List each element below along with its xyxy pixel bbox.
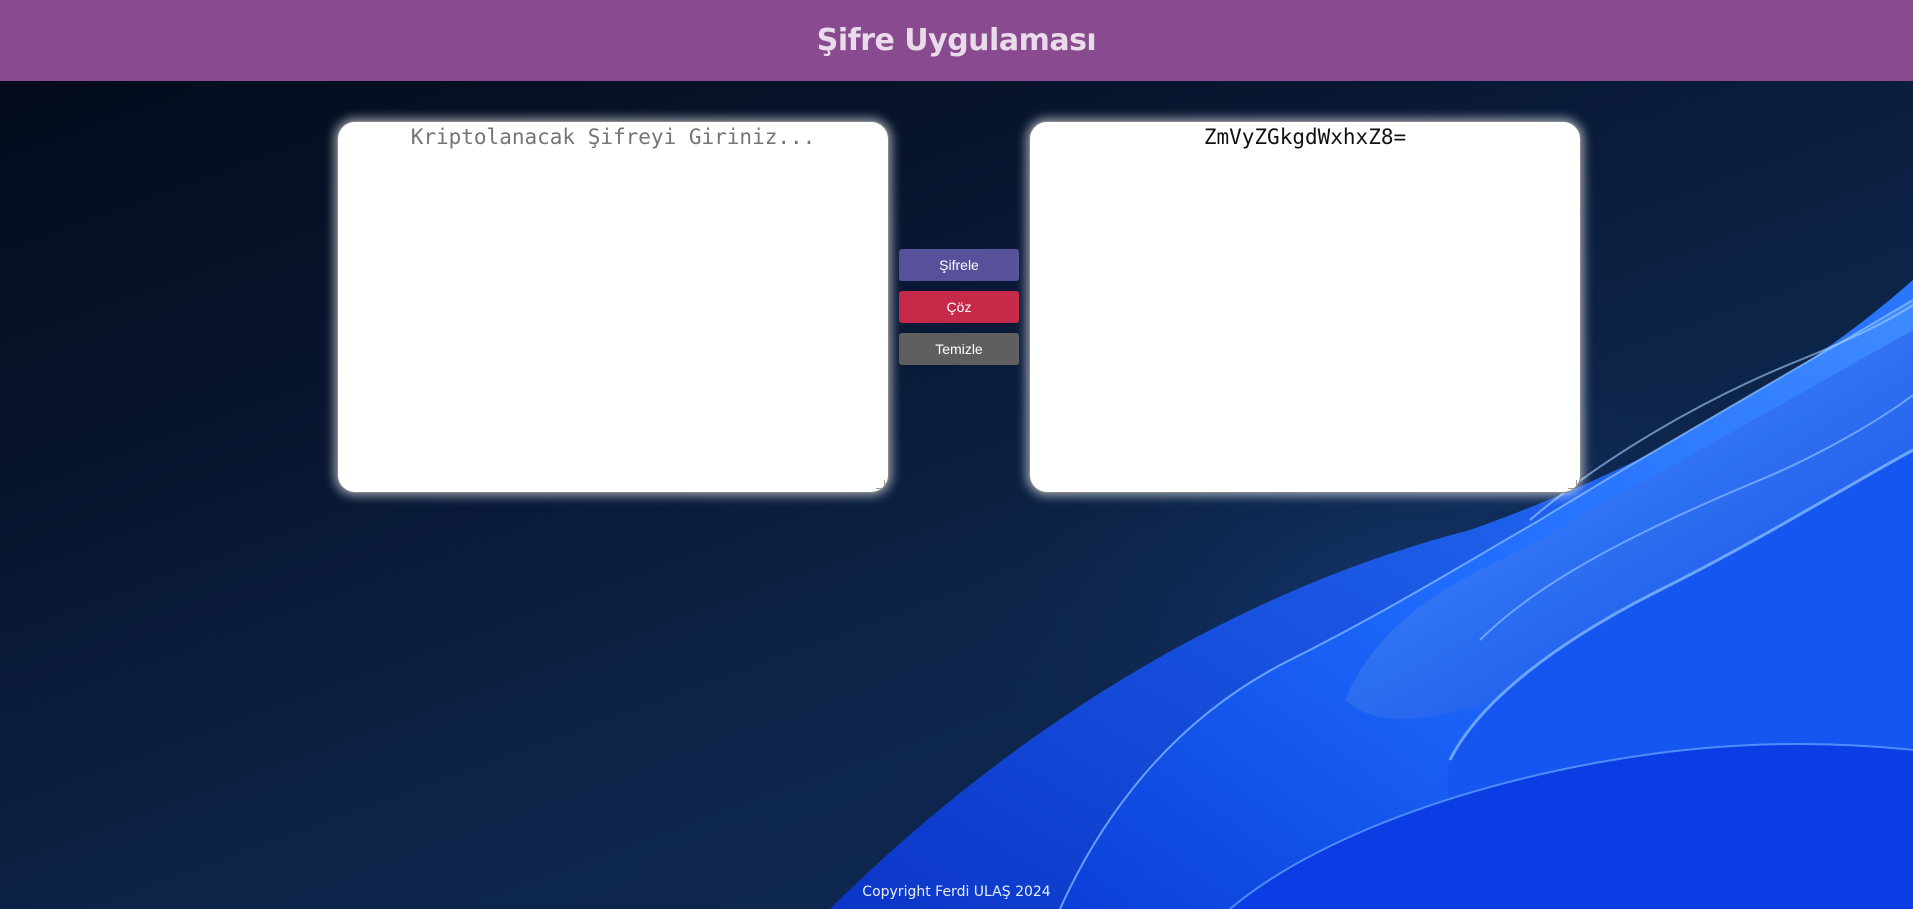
plaintext-panel (337, 121, 889, 493)
app-header: Şifre Uygulaması (0, 0, 1913, 81)
encrypt-button[interactable]: Şifrele (899, 249, 1019, 281)
clear-button[interactable]: Temizle (899, 333, 1019, 365)
page-title: Şifre Uygulaması (816, 23, 1097, 58)
resize-grip-icon[interactable] (876, 480, 885, 489)
wallpaper-bloom (830, 280, 1913, 909)
resize-grip-icon[interactable] (1568, 480, 1577, 489)
plaintext-input[interactable] (338, 125, 888, 492)
ciphertext-panel: ZmVyZGkgdWxhxZ8= (1029, 121, 1581, 493)
copyright-text: Copyright Ferdi ULAŞ 2024 (862, 884, 1051, 900)
decrypt-button[interactable]: Çöz (899, 291, 1019, 323)
action-buttons: Şifrele Çöz Temizle (899, 249, 1019, 375)
ciphertext-output[interactable]: ZmVyZGkgdWxhxZ8= (1030, 125, 1580, 492)
footer: Copyright Ferdi ULAŞ 2024 (0, 884, 1913, 900)
